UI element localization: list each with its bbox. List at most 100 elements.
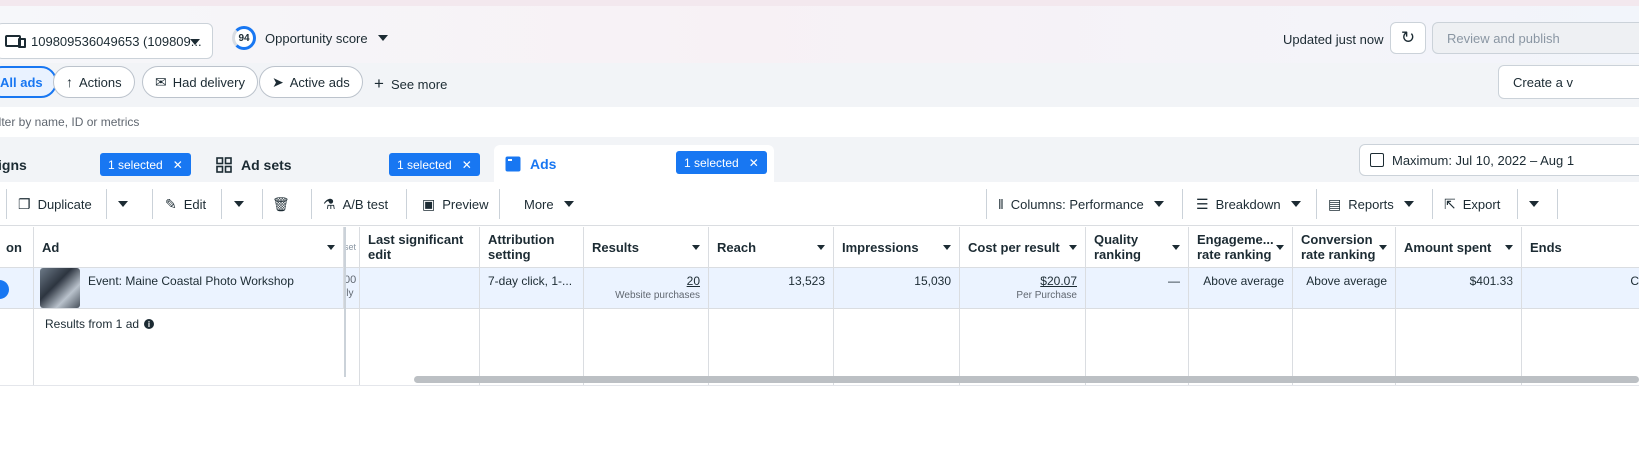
chip-all-ads[interactable]: All ads [0, 66, 57, 98]
col-header-on-off[interactable]: on [0, 227, 34, 268]
tab-ads[interactable]: Ads 1 selected ✕ [494, 145, 774, 182]
sort-icon[interactable] [817, 245, 825, 250]
col-header-last-edit[interactable]: Last significant edit [360, 227, 480, 268]
close-icon[interactable]: ✕ [749, 156, 759, 170]
export-button[interactable]: ⇱ Export [1436, 187, 1508, 221]
sort-icon[interactable] [692, 245, 700, 250]
divider [479, 309, 480, 385]
col-header-results[interactable]: Results [584, 227, 709, 268]
chevron-down-icon [190, 39, 200, 45]
selected-label: 1 selected [684, 155, 739, 170]
info-icon[interactable]: i [144, 319, 155, 329]
cell-toggle [0, 268, 34, 309]
col-header-amount-spent[interactable]: Amount spent [1396, 227, 1522, 268]
duplicate-button[interactable]: ❐ Duplicate [10, 187, 100, 221]
chevron-down-icon [1290, 201, 1301, 207]
divider [1085, 309, 1086, 385]
col-header-attribution[interactable]: Attribution setting [480, 227, 584, 268]
frozen-column-edge[interactable] [344, 227, 346, 377]
selected-badge[interactable]: 1 selected ✕ [676, 151, 767, 174]
sort-icon[interactable] [1172, 245, 1180, 250]
sort-icon[interactable] [1276, 245, 1284, 250]
selected-label: 1 selected [108, 157, 163, 172]
col-header-reach[interactable]: Reach [709, 227, 834, 268]
ab-test-button[interactable]: ⚗ A/B test [315, 187, 396, 221]
divider [33, 309, 34, 385]
divider [833, 309, 834, 385]
flask-icon: ⚗ [323, 195, 336, 212]
filter-row: All ads ↑ Actions ✉ Had delivery ➤ Activ… [0, 63, 1639, 107]
divider [262, 189, 263, 219]
close-icon[interactable]: ✕ [462, 158, 472, 172]
sort-icon[interactable] [943, 245, 951, 250]
ad-account-name: 109809536049653 (109809... [31, 33, 202, 49]
sort-icon[interactable] [1505, 245, 1513, 250]
sort-icon[interactable] [1379, 245, 1387, 250]
see-more-button[interactable]: + See more [374, 74, 447, 94]
cell-engagement-ranking: Above average [1189, 268, 1293, 309]
divider [1292, 309, 1293, 385]
sort-icon[interactable] [327, 245, 335, 250]
edit-label: Edit [183, 196, 207, 212]
chevron-down-icon [118, 201, 128, 207]
columns-label: Columns: Performance [1010, 196, 1144, 212]
action-toolbar: ❐ Duplicate ✎ Edit 🗑︎ ⚗ A/B test ▣ Previ… [0, 182, 1639, 226]
chip-active-ads[interactable]: ➤ Active ads [259, 66, 363, 98]
edit-menu-button[interactable] [226, 187, 252, 221]
ad-account-selector[interactable]: 109809536049653 (109809... [0, 23, 213, 59]
breakdown-button[interactable]: ☰ Breakdown [1188, 187, 1309, 221]
chevron-down-icon [377, 35, 388, 41]
chevron-down-icon [1153, 201, 1164, 207]
divider [1517, 189, 1518, 219]
date-range-picker[interactable]: Maximum: Jul 10, 2022 – Aug 1 [1359, 144, 1639, 176]
divider [986, 189, 987, 219]
selected-badge[interactable]: 1 selected ✕ [100, 153, 191, 176]
search-input[interactable] [0, 107, 596, 137]
preview-button[interactable]: ▣ Preview [414, 187, 496, 221]
review-publish-button[interactable]: Review and publish [1432, 22, 1639, 54]
divider [221, 189, 222, 219]
export-label: Export [1462, 196, 1501, 212]
tab-campaigns[interactable]: igns 1 selected ✕ [0, 147, 198, 182]
tab-ad-sets[interactable]: Ad sets 1 selected ✕ [206, 147, 488, 182]
divider [1432, 189, 1433, 219]
cell-amount-spent: $401.33 [1396, 268, 1522, 309]
more-button[interactable]: More [516, 187, 582, 221]
selected-badge[interactable]: 1 selected ✕ [389, 153, 480, 176]
columns-button[interactable]: ‖ Columns: Performance [990, 187, 1172, 221]
close-icon[interactable]: ✕ [173, 158, 183, 172]
calendar-icon [1370, 153, 1384, 167]
refresh-button[interactable]: ↻ [1390, 22, 1426, 54]
chip-had-delivery[interactable]: ✉ Had delivery [142, 66, 258, 98]
reports-button[interactable]: ▤ Reports [1320, 187, 1422, 221]
results-link[interactable]: 20 [687, 274, 700, 288]
delete-button[interactable]: 🗑︎ [264, 187, 305, 221]
chip-actions[interactable]: ↑ Actions [53, 66, 135, 98]
edit-button[interactable]: ✎ Edit [157, 187, 214, 221]
refresh-icon: ↻ [1400, 28, 1416, 47]
export-menu-button[interactable] [1521, 187, 1547, 221]
col-header-quality-ranking[interactable]: Quality ranking [1086, 227, 1189, 268]
create-view-button[interactable]: Create a v [1498, 65, 1639, 99]
opportunity-score[interactable]: 94 Opportunity score [232, 26, 388, 50]
reports-label: Reports [1348, 196, 1394, 212]
search-row [0, 107, 1639, 137]
col-header-ad[interactable]: Ad [34, 227, 344, 268]
results-type: Website purchases [615, 290, 700, 301]
divider [152, 189, 153, 219]
col-header-cost-per-result[interactable]: Cost per result [960, 227, 1086, 268]
chevron-down-icon [563, 201, 574, 207]
cell-reach: 13,523 [709, 268, 834, 309]
col-header-conversion-ranking[interactable]: Conversion rate ranking [1293, 227, 1396, 268]
col-header-engagement-ranking[interactable]: Engageme... rate ranking [1189, 227, 1293, 268]
cost-link[interactable]: $20.07 [1040, 274, 1077, 288]
sort-icon[interactable] [1069, 245, 1077, 250]
col-header-impressions[interactable]: Impressions [834, 227, 960, 268]
chip-label: Had delivery [172, 74, 245, 90]
duplicate-menu-button[interactable] [110, 187, 136, 221]
tab-label: igns [0, 156, 27, 173]
horizontal-scrollbar[interactable] [414, 376, 1639, 383]
top-bar: 109809536049653 (109809... 94 Opportunit… [0, 0, 1639, 63]
col-header-ends[interactable]: Ends [1522, 227, 1639, 268]
divider [6, 189, 7, 219]
